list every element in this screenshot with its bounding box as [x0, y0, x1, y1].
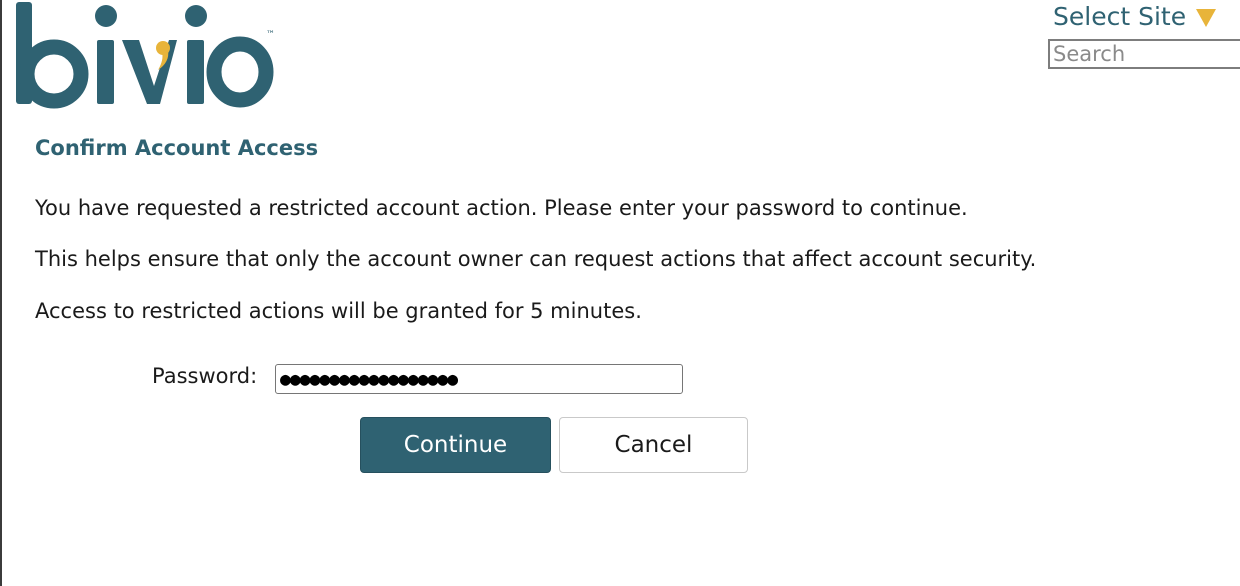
info-paragraph: This helps ensure that only the account …: [35, 247, 1037, 271]
logo-graphic: [16, 2, 274, 109]
search-input[interactable]: [1048, 39, 1240, 69]
info-paragraph: Access to restricted actions will be gra…: [35, 299, 642, 323]
password-label: Password:: [152, 364, 258, 388]
cancel-button[interactable]: Cancel: [559, 417, 748, 473]
page: ™ bivio Select Site Confirm Account Acce…: [0, 0, 1240, 586]
info-paragraph: You have requested a restricted account …: [35, 196, 968, 220]
bivio-logo[interactable]: ™ bivio: [12, 0, 282, 115]
password-field[interactable]: [275, 364, 683, 394]
page-title: Confirm Account Access: [35, 136, 319, 160]
select-site-dropdown[interactable]: Select Site: [1053, 2, 1217, 31]
trademark-mark: ™: [266, 30, 275, 40]
caret-down-icon: [1196, 8, 1217, 27]
continue-button[interactable]: Continue: [360, 417, 551, 473]
select-site-label: Select Site: [1053, 2, 1187, 31]
